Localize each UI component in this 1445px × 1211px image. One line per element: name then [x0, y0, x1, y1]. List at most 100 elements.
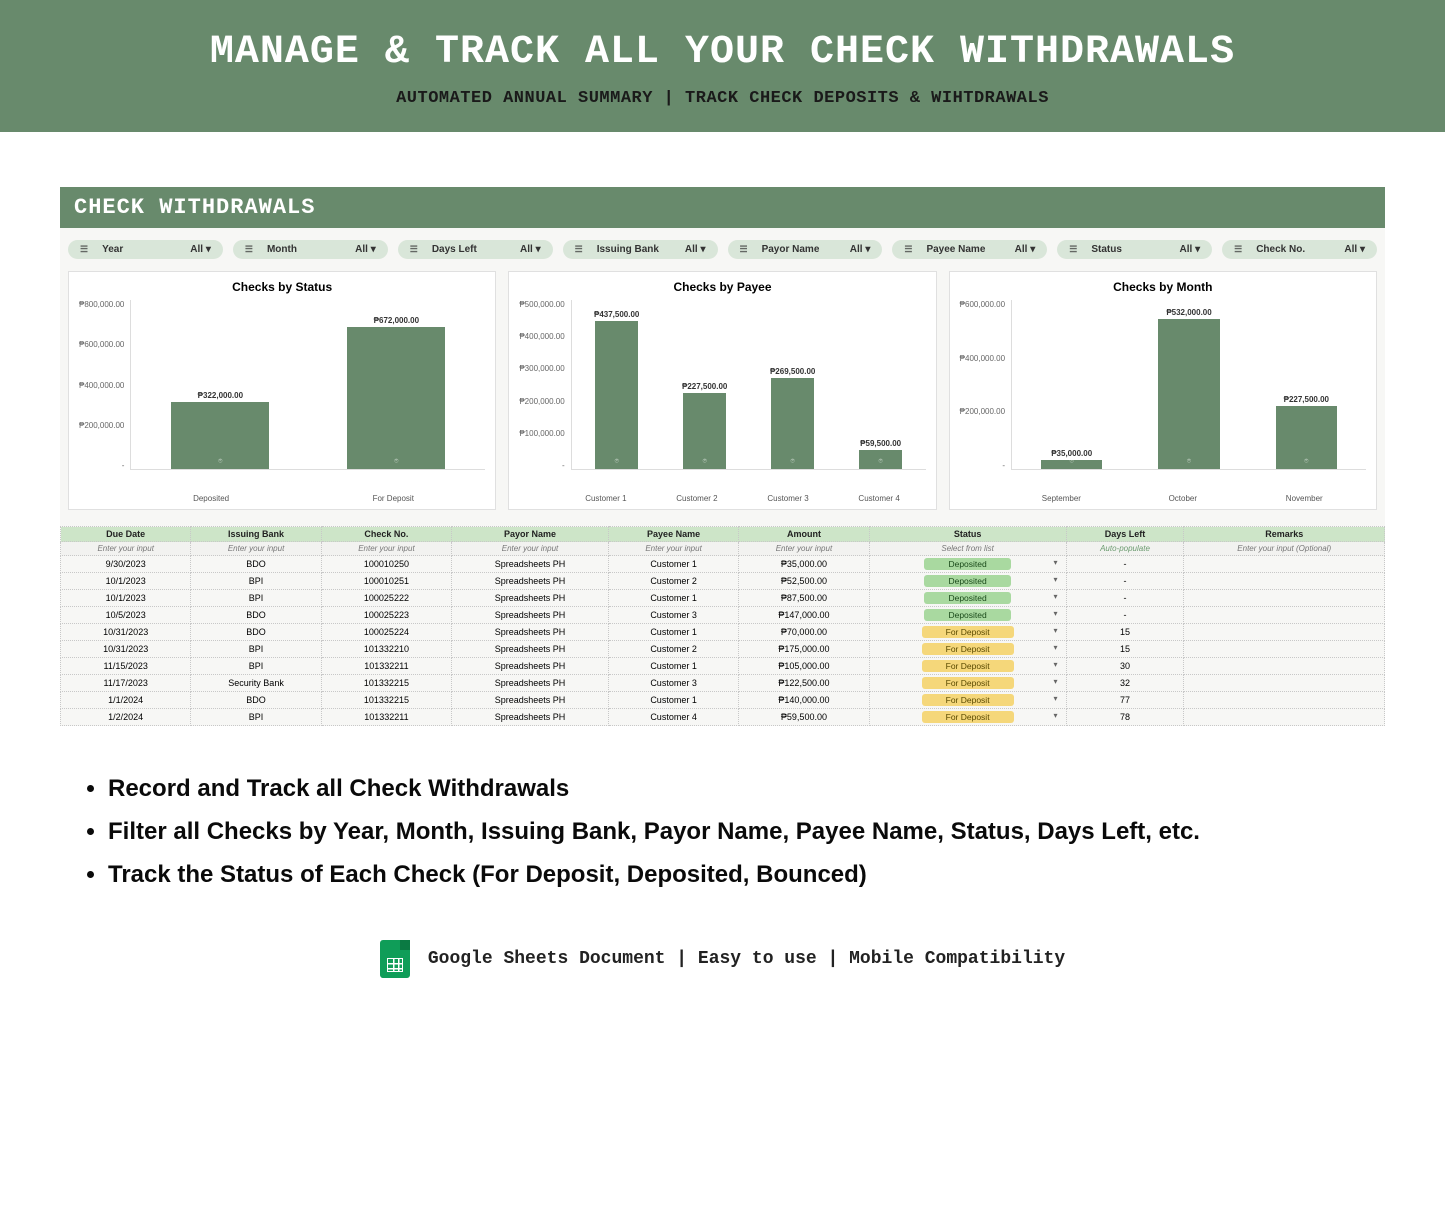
cell[interactable]: 101332215 — [321, 675, 451, 692]
cell[interactable]: 100010250 — [321, 556, 451, 573]
filter-issuing-bank[interactable]: ☰Issuing BankAll ▾ — [563, 240, 718, 259]
cell[interactable] — [1184, 709, 1385, 726]
cell[interactable]: Customer 1 — [608, 590, 738, 607]
cell[interactable]: Customer 1 — [608, 692, 738, 709]
cell[interactable] — [1184, 641, 1385, 658]
cell[interactable]: 100010251 — [321, 573, 451, 590]
cell[interactable] — [1184, 624, 1385, 641]
cell[interactable]: 10/5/2023 — [61, 607, 191, 624]
cell[interactable]: Spreadsheets PH — [452, 658, 609, 675]
status-cell[interactable]: For Deposit — [869, 658, 1066, 675]
cell[interactable]: Customer 3 — [608, 675, 738, 692]
cell[interactable]: 100025223 — [321, 607, 451, 624]
status-cell[interactable]: For Deposit — [869, 675, 1066, 692]
status-cell[interactable]: Deposited — [869, 556, 1066, 573]
cell[interactable]: 101332211 — [321, 709, 451, 726]
cell[interactable]: BPI — [191, 590, 321, 607]
cell[interactable]: Spreadsheets PH — [452, 607, 609, 624]
filter-days-left[interactable]: ☰Days LeftAll ▾ — [398, 240, 553, 259]
cell[interactable] — [1184, 692, 1385, 709]
cell[interactable]: 15 — [1066, 624, 1184, 641]
cell[interactable]: 101332210 — [321, 641, 451, 658]
cell[interactable]: ₱122,500.00 — [739, 675, 869, 692]
cell[interactable]: 100025224 — [321, 624, 451, 641]
cell[interactable]: Customer 1 — [608, 556, 738, 573]
cell[interactable]: 101332211 — [321, 658, 451, 675]
cell[interactable] — [1184, 675, 1385, 692]
status-cell[interactable]: For Deposit — [869, 641, 1066, 658]
cell[interactable]: Spreadsheets PH — [452, 675, 609, 692]
cell[interactable]: 10/31/2023 — [61, 624, 191, 641]
status-cell[interactable]: For Deposit — [869, 624, 1066, 641]
cell[interactable]: BDO — [191, 607, 321, 624]
cell[interactable]: BPI — [191, 641, 321, 658]
cell[interactable]: Spreadsheets PH — [452, 590, 609, 607]
cell[interactable]: ₱140,000.00 — [739, 692, 869, 709]
cell[interactable]: 10/31/2023 — [61, 641, 191, 658]
cell[interactable]: - — [1066, 556, 1184, 573]
cell[interactable]: Customer 4 — [608, 709, 738, 726]
filter-check-no-[interactable]: ☰Check No.All ▾ — [1222, 240, 1377, 259]
cell[interactable]: Spreadsheets PH — [452, 641, 609, 658]
cell[interactable] — [1184, 556, 1385, 573]
cell[interactable]: ₱70,000.00 — [739, 624, 869, 641]
cell[interactable]: 10/1/2023 — [61, 573, 191, 590]
plot-area: ₱35,000.00⌾₱532,000.00⌾₱227,500.00⌾ — [1011, 300, 1366, 470]
cell[interactable]: Customer 3 — [608, 607, 738, 624]
cell[interactable]: Customer 1 — [608, 624, 738, 641]
cell[interactable] — [1184, 658, 1385, 675]
cell[interactable]: BPI — [191, 658, 321, 675]
cell[interactable]: 1/1/2024 — [61, 692, 191, 709]
cell[interactable]: 32 — [1066, 675, 1184, 692]
cell[interactable]: BDO — [191, 556, 321, 573]
cell[interactable] — [1184, 607, 1385, 624]
cell[interactable]: Spreadsheets PH — [452, 692, 609, 709]
cell[interactable]: Spreadsheets PH — [452, 556, 609, 573]
filter-year[interactable]: ☰YearAll ▾ — [68, 240, 223, 259]
cell[interactable]: BDO — [191, 692, 321, 709]
cell[interactable]: 1/2/2024 — [61, 709, 191, 726]
cell[interactable] — [1184, 590, 1385, 607]
cell[interactable]: ₱147,000.00 — [739, 607, 869, 624]
filter-month[interactable]: ☰MonthAll ▾ — [233, 240, 388, 259]
cell[interactable]: 11/17/2023 — [61, 675, 191, 692]
cell[interactable]: ₱52,500.00 — [739, 573, 869, 590]
filter-payor-name[interactable]: ☰Payor NameAll ▾ — [728, 240, 883, 259]
status-cell[interactable]: For Deposit — [869, 709, 1066, 726]
cell[interactable]: 100025222 — [321, 590, 451, 607]
cell[interactable]: ₱175,000.00 — [739, 641, 869, 658]
cell[interactable]: ₱59,500.00 — [739, 709, 869, 726]
cell[interactable]: BPI — [191, 709, 321, 726]
cell[interactable]: Spreadsheets PH — [452, 573, 609, 590]
status-cell[interactable]: Deposited — [869, 590, 1066, 607]
status-cell[interactable]: For Deposit — [869, 692, 1066, 709]
cell[interactable]: - — [1066, 607, 1184, 624]
cell[interactable]: ₱87,500.00 — [739, 590, 869, 607]
cell[interactable]: - — [1066, 590, 1184, 607]
cell[interactable]: Security Bank — [191, 675, 321, 692]
cell[interactable]: Spreadsheets PH — [452, 624, 609, 641]
cell[interactable]: 101332215 — [321, 692, 451, 709]
cell[interactable]: 9/30/2023 — [61, 556, 191, 573]
cell[interactable]: 10/1/2023 — [61, 590, 191, 607]
filter-payee-name[interactable]: ☰Payee NameAll ▾ — [892, 240, 1047, 259]
cell[interactable]: Spreadsheets PH — [452, 709, 609, 726]
filter-status[interactable]: ☰StatusAll ▾ — [1057, 240, 1212, 259]
cell[interactable]: 15 — [1066, 641, 1184, 658]
cell[interactable]: 77 — [1066, 692, 1184, 709]
cell[interactable]: Customer 2 — [608, 641, 738, 658]
cell[interactable]: ₱105,000.00 — [739, 658, 869, 675]
cell[interactable]: 30 — [1066, 658, 1184, 675]
cell[interactable]: Customer 1 — [608, 658, 738, 675]
cell[interactable]: - — [1066, 573, 1184, 590]
status-cell[interactable]: Deposited — [869, 607, 1066, 624]
cell[interactable]: BDO — [191, 624, 321, 641]
cell[interactable]: 11/15/2023 — [61, 658, 191, 675]
cell[interactable]: Customer 2 — [608, 573, 738, 590]
cell[interactable]: ₱35,000.00 — [739, 556, 869, 573]
cell[interactable]: BPI — [191, 573, 321, 590]
cell[interactable] — [1184, 573, 1385, 590]
filter-label: Month — [267, 244, 345, 255]
cell[interactable]: 78 — [1066, 709, 1184, 726]
status-cell[interactable]: Deposited — [869, 573, 1066, 590]
